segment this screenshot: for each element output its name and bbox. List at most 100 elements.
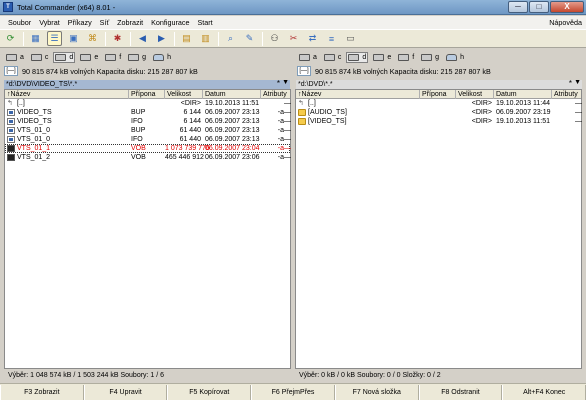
detailed-view-icon[interactable]: ☰ (47, 31, 62, 46)
hard-drive-icon (373, 54, 385, 61)
column-date[interactable]: Datum (203, 90, 261, 99)
column-attr[interactable]: Atributy (552, 90, 583, 99)
file-icon (7, 127, 15, 134)
hard-drive-icon (348, 54, 360, 61)
multi-rename-icon[interactable]: ✎ (242, 31, 257, 46)
file-date: 06.09.2007 23:04 (205, 145, 260, 152)
unpack-icon[interactable]: ▥ (198, 31, 213, 46)
file-row[interactable]: ↰ [..] <DIR> 19.10.2013 11:51 — (5, 99, 291, 108)
right-drive-bar: a c d e f g h (297, 51, 583, 64)
file-name: [..] (308, 100, 316, 107)
file-ext: BUP (131, 127, 146, 134)
left-drive-f[interactable]: f (103, 52, 123, 63)
menu-sit[interactable]: Síť (96, 18, 114, 27)
right-file-panel[interactable]: ↑Název Přípona Velikost Datum Atributy ↰… (295, 89, 582, 369)
menu-konfigurace[interactable]: Konfigurace (147, 18, 193, 27)
chevron-down-icon[interactable]: ▼ (574, 79, 581, 86)
column-ext[interactable]: Přípona (129, 90, 165, 99)
compare-icon[interactable]: ≡ (324, 31, 339, 46)
tree-view-icon[interactable]: ⌘ (85, 31, 100, 46)
left-drive-c[interactable]: c (29, 52, 51, 63)
left-drive-combo[interactable]: [—] (4, 66, 18, 76)
file-row[interactable]: VTS_01_1 VOB 1 073 739 776 06.09.2007 23:04… (5, 144, 291, 153)
file-icon (7, 109, 15, 116)
right-path-bar[interactable]: *d:\DVD\*.* * ▼ (296, 79, 582, 89)
column-date[interactable]: Datum (494, 90, 552, 99)
cd-drive-icon (128, 54, 140, 61)
menu-vybrat[interactable]: Vybrat (35, 18, 64, 27)
right-drive-g[interactable]: g (419, 52, 441, 63)
file-row[interactable]: [AUDIO_TS] <DIR> 06.09.2007 23:19 — (296, 108, 582, 117)
forward-icon[interactable]: ▶ (154, 31, 169, 46)
thumbnail-view-icon[interactable]: ▣ (66, 31, 81, 46)
menu-start[interactable]: Start (194, 18, 217, 27)
file-attr: -a— (277, 127, 291, 134)
chevron-down-icon[interactable]: ▼ (282, 79, 289, 86)
column-name[interactable]: ↑Název (296, 90, 420, 99)
file-row[interactable]: VTS_01_0 IFO 61 440 06.09.2007 23:13 -a— (5, 135, 291, 144)
find-files-icon[interactable]: ⌕ (223, 31, 238, 46)
right-path-text: *d:\DVD\*.* (298, 81, 333, 88)
toolbar-separator (262, 31, 263, 46)
right-drive-d[interactable]: d (346, 52, 369, 63)
right-drive-a[interactable]: a (297, 52, 319, 63)
file-row[interactable]: VTS_01_2 VOB 465 446 912 06.09.2007 23:06 -a… (5, 153, 291, 162)
close-button[interactable]: X (550, 1, 584, 13)
menu-bar: Soubor Vybrat Příkazy Síť Zobrazit Konfi… (0, 16, 586, 29)
left-drive-h[interactable]: h (151, 52, 173, 63)
column-attr[interactable]: Atributy (261, 90, 292, 99)
f4-edit-button[interactable]: F4 Upravit (83, 385, 168, 400)
menu-soubor[interactable]: Soubor (4, 18, 35, 27)
f3-view-button[interactable]: F3 Zobrazit (0, 385, 84, 400)
alt-f4-exit-button[interactable]: Alt+F4 Konec (502, 385, 586, 400)
menu-zobrazit[interactable]: Zobrazit (113, 18, 147, 27)
column-name[interactable]: ↑Název (5, 90, 129, 99)
left-drive-d[interactable]: d (53, 52, 76, 63)
right-drive-c[interactable]: c (322, 52, 344, 63)
f8-delete-button[interactable]: F8 Odstranit (418, 385, 503, 400)
left-drive-g[interactable]: g (126, 52, 148, 63)
menu-prikazy[interactable]: Příkazy (64, 18, 96, 27)
toolbar-separator (130, 31, 131, 46)
refresh-icon[interactable]: ⟳ (3, 31, 18, 46)
file-row[interactable]: VIDEO_TS IFO 6 144 06.09.2007 23:13 -a— (5, 117, 291, 126)
drive-label: f (119, 54, 122, 61)
hard-drive-icon (30, 54, 42, 61)
ftp-disconnect-icon[interactable]: ✂ (286, 31, 301, 46)
left-drive-a[interactable]: a (4, 52, 26, 63)
file-attr: -a— (277, 109, 291, 116)
sync-dirs-icon[interactable]: ⇄ (305, 31, 320, 46)
left-path-bar[interactable]: *d:\DVD\VIDEO_TS\*.* * ▼ (4, 79, 290, 89)
column-size[interactable]: Velikost (456, 90, 494, 99)
pack-icon[interactable]: ▤ (179, 31, 194, 46)
back-icon[interactable]: ◀ (135, 31, 150, 46)
drive-label: c (44, 54, 49, 61)
right-drive-e[interactable]: e (371, 52, 393, 63)
left-history-star[interactable]: * (277, 79, 280, 88)
column-ext[interactable]: Přípona (420, 90, 456, 99)
file-row[interactable]: [VIDEO_TS] <DIR> 19.10.2013 11:51 — (296, 117, 582, 126)
file-row[interactable]: VTS_01_0 BUP 61 440 06.09.2007 23:13 -a— (5, 126, 291, 135)
ftp-connect-icon[interactable]: ⚇ (267, 31, 282, 46)
right-history-star[interactable]: * (569, 79, 572, 88)
f7-new-folder-button[interactable]: F7 Nová složka (334, 385, 419, 400)
file-attr: — (284, 100, 291, 107)
file-row[interactable]: ↰ [..] <DIR> 19.10.2013 11:44 — (296, 99, 582, 108)
drive-label: h (167, 54, 171, 61)
f6-move-button[interactable]: F6 PřejmPřes (251, 385, 335, 400)
invert-selection-icon[interactable]: ✱ (110, 31, 125, 46)
right-drive-f[interactable]: f (396, 52, 416, 63)
f5-copy-button[interactable]: F5 Kopírovat (167, 385, 252, 400)
brief-view-icon[interactable]: ▦ (28, 31, 43, 46)
maximize-button[interactable]: □ (529, 1, 549, 13)
menu-help[interactable]: Nápověda (549, 18, 582, 27)
notepad-icon[interactable]: ▭ (343, 31, 358, 46)
column-size[interactable]: Velikost (165, 90, 203, 99)
right-drive-combo[interactable]: [—] (297, 66, 311, 76)
left-file-panel[interactable]: ↑Název Přípona Velikost Datum Atributy ↰… (4, 89, 291, 369)
right-drive-h[interactable]: h (444, 52, 466, 63)
file-row[interactable]: VIDEO_TS BUP 6 144 06.09.2007 23:13 -a— (5, 108, 291, 117)
left-drive-e[interactable]: e (78, 52, 100, 63)
file-size: <DIR> (471, 118, 492, 125)
minimize-button[interactable]: ─ (508, 1, 528, 13)
